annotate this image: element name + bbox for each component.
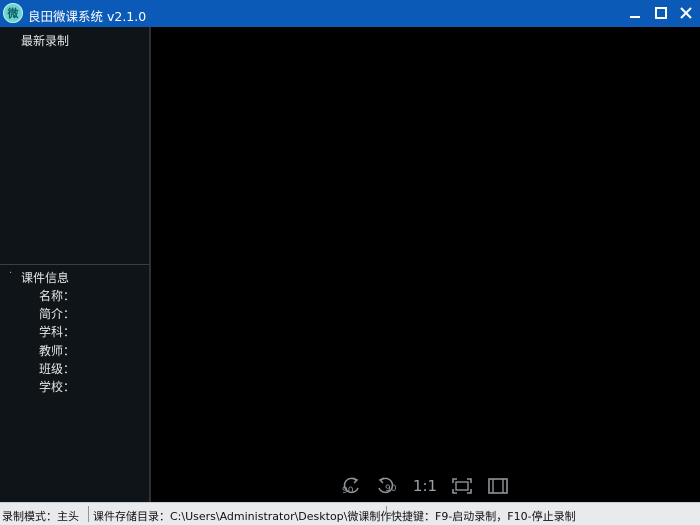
status-divider	[386, 506, 387, 522]
status-storage-dir: 课件存储目录：C:\Users\Administrator\Desktop\微课…	[93, 510, 392, 523]
rotate-right-button[interactable]: 90	[375, 476, 401, 496]
left-panel: 最新录制 · 课件信息 名称： 简介： 学科： 教师： 班级： 学校：	[0, 27, 149, 502]
field-class-label: 班级：	[39, 362, 76, 376]
close-icon	[680, 7, 692, 19]
field-subject-label: 学科：	[39, 325, 76, 339]
recent-recordings-list[interactable]	[0, 49, 149, 262]
rotate-left-button[interactable]: 90	[339, 476, 363, 496]
window-title: 良田微课系统 v2.1.0	[28, 9, 147, 24]
field-intro-label: 简介：	[39, 307, 76, 321]
field-school-label: 学校：	[39, 380, 76, 394]
status-shortcuts: 快捷键：F9-启动录制，F10-停止录制	[391, 510, 576, 523]
fit-screen-icon	[452, 478, 472, 494]
status-divider	[88, 506, 89, 522]
field-teacher-label: 教师：	[39, 344, 76, 358]
rotate-left-text: 90	[342, 486, 354, 496]
course-info-title[interactable]: 课件信息	[21, 269, 69, 286]
recent-recordings-label: 最新录制	[21, 34, 70, 48]
app-window: 微 良田微课系统 v2.1.0 最新录制 · 课件信息 名称： 简介： 学科： …	[0, 0, 700, 525]
tree-expand-icon[interactable]: ·	[9, 268, 12, 279]
status-record-mode: 录制模式：主头	[2, 510, 79, 523]
maximize-button[interactable]	[652, 5, 670, 21]
title-bar: 微 良田微课系统 v2.1.0	[0, 0, 700, 27]
video-preview: 90 90 1:1	[151, 27, 700, 502]
fullscreen-icon	[488, 478, 508, 494]
app-logo-glyph: 微	[7, 7, 19, 20]
fit-screen-button[interactable]	[451, 476, 473, 496]
rotate-right-text: 90	[385, 484, 397, 494]
app-logo-icon: 微	[3, 3, 23, 23]
minimize-button[interactable]	[626, 5, 644, 21]
field-name-label: 名称：	[39, 289, 76, 303]
panel-divider	[0, 264, 149, 265]
rotate-right-icon: 90	[378, 477, 397, 494]
fullscreen-button[interactable]	[487, 476, 509, 496]
maximize-icon	[655, 7, 667, 19]
status-bar: 录制模式：主头 课件存储目录：C:\Users\Administrator\De…	[0, 502, 700, 525]
minimize-icon	[630, 16, 640, 18]
rotate-left-icon: 90	[342, 477, 359, 496]
actual-size-button[interactable]: 1:1	[411, 476, 439, 496]
close-button[interactable]	[677, 5, 695, 21]
